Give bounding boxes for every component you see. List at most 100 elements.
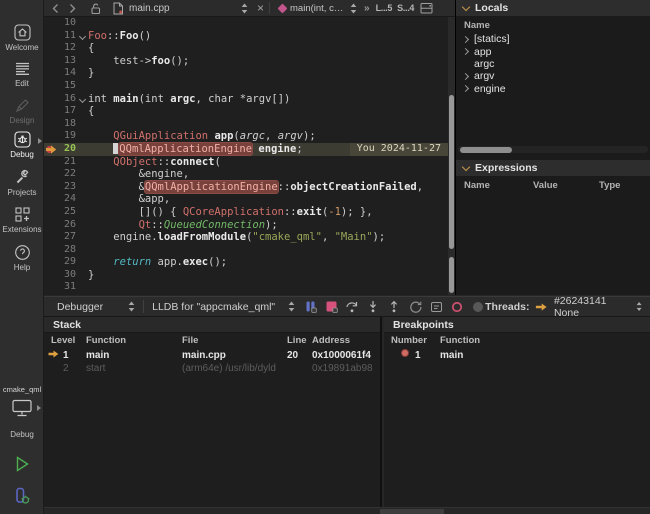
record-toggle[interactable] [450, 300, 464, 314]
line-column-indicator[interactable]: L...5 [376, 3, 393, 13]
mode-item-label: Extensions [2, 225, 41, 234]
column-function: Function [86, 335, 126, 346]
step-over-button[interactable] [345, 300, 359, 314]
locals-column-headers: Name [456, 19, 650, 32]
column-number: Number [391, 335, 427, 346]
code-text: &engine, [88, 168, 189, 181]
step-into-button[interactable] [366, 300, 380, 314]
code-line-19: 19 QGuiApplication app(argc, argv); [44, 130, 448, 143]
chevron-right-icon[interactable] [463, 37, 474, 42]
mode-item-projects[interactable]: Projects [0, 169, 44, 197]
locals-item-app[interactable]: app [456, 45, 650, 57]
interrupt-button[interactable] [303, 300, 317, 314]
sort-arrows-icon [128, 301, 135, 312]
step-out-button[interactable] [387, 300, 401, 314]
line-number: 20 [57, 143, 76, 156]
scrollbar-thumb[interactable] [380, 509, 444, 514]
breakpoint-row[interactable]: 1main [384, 348, 650, 361]
code-text: Foo::Foo() [88, 30, 151, 43]
scrollbar-thumb[interactable] [449, 257, 454, 293]
toolbar-overflow-indicator[interactable]: » [364, 3, 370, 14]
document-dropdown-button[interactable] [241, 3, 248, 14]
perspective-selector[interactable]: Debugger [57, 301, 135, 313]
stop-icon [325, 300, 338, 313]
locals-item-statics[interactable]: [statics] [456, 33, 650, 45]
locals-section-header[interactable]: Locals [456, 0, 650, 17]
code-text: return app.exec(); [88, 256, 227, 269]
locals-item-label: argv [474, 70, 494, 82]
close-document-button[interactable]: × [257, 3, 264, 13]
line-number: 26 [57, 219, 76, 232]
threads-selector[interactable]: Threads: #26243141 None [485, 295, 650, 319]
mode-item-help[interactable]: Help [0, 244, 44, 272]
code-text: QQmlApplicationEngine engine; [88, 143, 303, 156]
mode-item-debug[interactable]: Debug [0, 131, 44, 159]
mode-item-extensions[interactable]: Extensions [0, 206, 44, 234]
scrollbar-thumb[interactable] [460, 147, 512, 153]
chevron-down-icon [462, 3, 470, 11]
forward-button[interactable] [68, 3, 77, 14]
stack-cell: (arm64e) /usr/lib/dyld [182, 363, 276, 374]
toolbar-separator [143, 300, 144, 313]
circle-icon [472, 301, 484, 313]
debug-icon [14, 131, 31, 148]
start-debugging-button[interactable] [13, 487, 31, 505]
mode-item-label: Edit [15, 79, 29, 88]
perspective-label: Debugger [57, 301, 103, 313]
line-number: 25 [57, 206, 76, 219]
code-editor[interactable]: 1011Foo::Foo()12{13 test->foo();14}1516i… [44, 17, 448, 295]
locals-item-argc[interactable]: argc [456, 58, 650, 70]
debug-views-panel: Locals Name [statics]appargcargvengine E… [455, 0, 650, 295]
stack-frame-row[interactable]: 1mainmain.cpp200x1000061f4 [44, 348, 380, 361]
chevron-right-icon[interactable] [463, 49, 474, 54]
line-number: 16 [57, 93, 76, 106]
interrupt-icon [304, 300, 317, 313]
locals-item-label: app [474, 46, 492, 58]
stack-cell: 2 [63, 363, 69, 374]
line-number: 18 [57, 118, 76, 131]
code-line-24: 24 &app, [44, 193, 448, 206]
code-line-14: 14} [44, 67, 448, 80]
split-editor-button[interactable] [420, 2, 433, 14]
mode-item-edit[interactable]: Edit [0, 60, 44, 88]
debug-engine-selector[interactable]: LLDB for "appcmake_qml" [152, 301, 295, 313]
symbol-selector[interactable]: main(int, c… [290, 3, 350, 14]
breakpoint-marker[interactable] [44, 144, 57, 155]
stop-debugger-button[interactable] [324, 300, 338, 314]
show-debugger-log-button[interactable] [429, 300, 443, 314]
chevron-right-icon[interactable] [463, 86, 474, 91]
fold-marker[interactable] [76, 30, 88, 43]
stack-frame-row[interactable]: 2start(arm64e) /usr/lib/dyld0x19891ab98 [44, 361, 380, 374]
debug-mode-arrow-icon [38, 138, 42, 144]
run-button[interactable] [13, 455, 31, 473]
file-lock-button[interactable] [89, 2, 102, 15]
restart-button[interactable] [408, 300, 422, 314]
open-document-selector[interactable]: main.cpp [129, 3, 241, 14]
breakpoint-dot-icon [402, 350, 408, 356]
breakpoint-rows: 1main [384, 348, 650, 361]
code-text: { [88, 42, 94, 55]
locals-item-engine[interactable]: engine [456, 83, 650, 95]
debug-control-icons [303, 300, 485, 314]
log-icon [430, 301, 443, 313]
symbol-dropdown-button[interactable] [350, 3, 357, 14]
code-text: engine.loadFromModule("cmake_qml", "Main… [88, 231, 385, 244]
back-button[interactable] [51, 3, 60, 14]
code-text: Qt::QueuedConnection); [88, 219, 278, 232]
locals-item-argv[interactable]: argv [456, 70, 650, 82]
engine-label: LLDB for "appcmake_qml" [152, 301, 275, 313]
fold-marker[interactable] [76, 93, 88, 106]
mode-item-welcome[interactable]: Welcome [0, 24, 44, 52]
column-line: Line [287, 335, 307, 346]
scrollbar-thumb[interactable] [449, 95, 454, 249]
line-number: 27 [57, 231, 76, 244]
column-function: Function [440, 335, 480, 346]
expressions-section-header[interactable]: Expressions [456, 160, 650, 177]
column-level: Level [51, 335, 75, 346]
editor-scrollbar[interactable] [448, 17, 455, 295]
selection-indicator[interactable]: S...4 [397, 3, 414, 13]
bottom-scrollbar-strip[interactable] [44, 507, 650, 514]
locals-hscrollbar[interactable] [458, 146, 648, 153]
chevron-right-icon[interactable] [463, 74, 474, 79]
column-name: Name [464, 20, 490, 31]
